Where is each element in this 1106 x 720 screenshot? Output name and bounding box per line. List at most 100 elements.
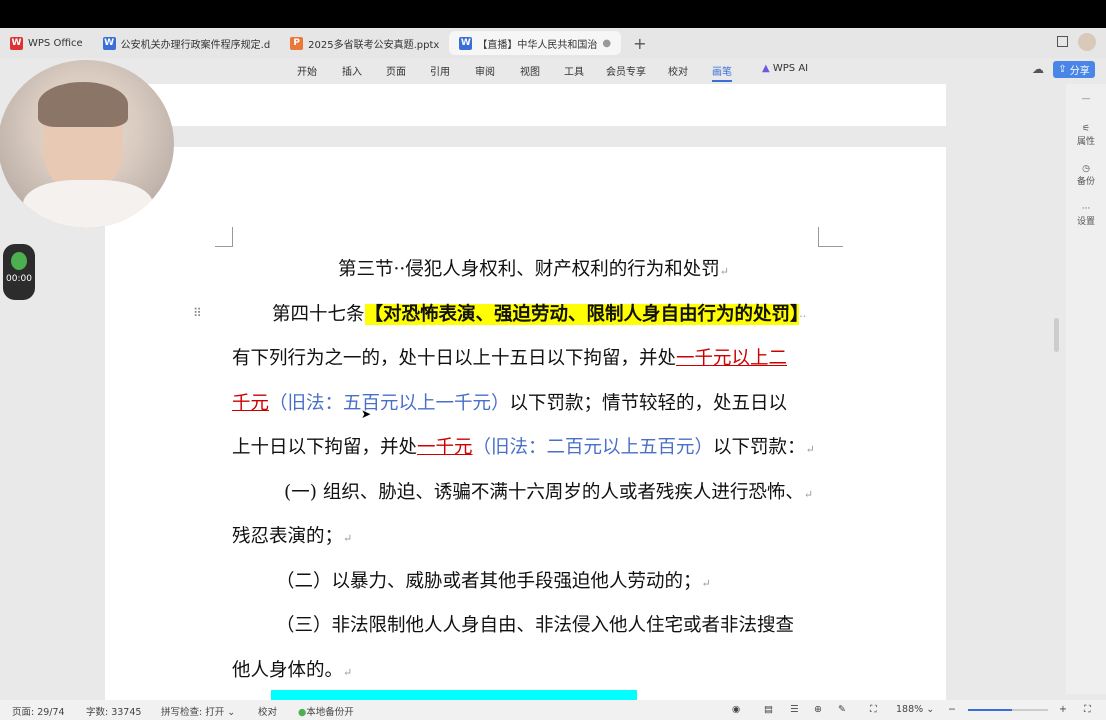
menu-page[interactable]: 页面 bbox=[386, 63, 406, 78]
word-count[interactable]: 字数: 33745 bbox=[86, 704, 141, 718]
fit-icon[interactable]: ⛶ bbox=[870, 704, 877, 715]
collapse-icon[interactable]: — bbox=[1066, 94, 1106, 104]
top-black-bar bbox=[0, 0, 1106, 28]
label: 属性 bbox=[1076, 137, 1095, 147]
spell-check-label: 拼写检查: 打开 bbox=[161, 707, 225, 718]
word-icon: W bbox=[102, 36, 116, 50]
paragraph-line: 有下列行为之一的，处十日以上十五日以下拘留，并处一千元以上二 bbox=[232, 337, 832, 382]
menu-view[interactable]: 视图 bbox=[520, 63, 540, 78]
share-label: 分享 bbox=[1069, 66, 1090, 77]
status-bar: 页面: 29/74 字数: 33745 拼写检查: 打开 ⌄ 校对 ●本地备份开… bbox=[0, 700, 1106, 720]
text: 残忍表演的； bbox=[232, 526, 344, 547]
properties-button[interactable]: ⚟ 属性 bbox=[1066, 124, 1106, 147]
old-law-text: （旧法：五百元以上一千元） bbox=[269, 392, 510, 414]
eye-icon[interactable]: ◉ bbox=[732, 704, 740, 715]
avatar[interactable] bbox=[1078, 33, 1096, 51]
zoom-value: 188% bbox=[896, 704, 924, 715]
menu-proofread[interactable]: 校对 bbox=[668, 63, 688, 78]
cloud-upload-icon[interactable]: ☁ bbox=[1032, 62, 1044, 76]
list-item: （二）以暴力、威胁或者其他手段强迫他人劳动的；↵ bbox=[276, 570, 711, 592]
recording-timer[interactable]: 00:00 bbox=[3, 244, 35, 300]
page-view-icon[interactable]: ▤ bbox=[764, 704, 773, 715]
backup-label: 本地备份开 bbox=[306, 707, 354, 718]
wps-ai-label: WPS AI bbox=[772, 63, 809, 74]
list-item: (一) 组织、胁迫、诱骗不满十六周岁的人或者残疾人进行恐怖、↵ bbox=[284, 481, 814, 503]
text: 上十日以下拘留，并处 bbox=[232, 437, 418, 458]
zoom-in-button[interactable]: + bbox=[1059, 704, 1067, 715]
new-fine-text: 一千元以上二 bbox=[676, 348, 788, 369]
list-item-cont: 他人身体的。↵ bbox=[232, 659, 353, 681]
settings-button[interactable]: ··· 设置 bbox=[1066, 204, 1106, 227]
text: （二）以暴力、威胁或者其他手段强迫他人劳动的； bbox=[276, 570, 702, 592]
article-number: 第四十七条 bbox=[272, 303, 365, 325]
tab-label: 【直播】中华人民共和国治 bbox=[477, 39, 598, 51]
text: 有下列行为之一的，处十日以上十五日以下拘留，并处 bbox=[232, 348, 677, 369]
text: 以下罚款；情节较轻的，处五日以 bbox=[509, 392, 788, 414]
tab-label: 2025多省联考公安真题.pptx bbox=[308, 39, 440, 51]
text: 以下罚款： bbox=[713, 437, 806, 458]
tab-pptx[interactable]: P 2025多省联考公安真题.pptx bbox=[280, 31, 449, 55]
history-icon: ◷ bbox=[1082, 164, 1090, 174]
wps-ai-icon: ▲ bbox=[762, 63, 770, 74]
new-tab-button[interactable]: + bbox=[633, 34, 646, 53]
zoom-level[interactable]: 188% ⌄ bbox=[896, 704, 934, 715]
pen-icon[interactable]: ✎ bbox=[838, 704, 846, 715]
new-fine-text: 一千元 bbox=[417, 437, 473, 458]
ribbon-menu: 开始 插入 页面 引用 审阅 视图 工具 会员专享 校对 画笔 ▲ WPS AI… bbox=[0, 58, 1106, 82]
timer-value: 00:00 bbox=[6, 274, 32, 284]
paragraph-line: 千元（旧法：五百元以上一千元）以下罚款；情节较轻的，处五日以 bbox=[232, 382, 832, 427]
highlight-bar bbox=[271, 690, 637, 700]
close-icon[interactable]: ● bbox=[602, 38, 611, 49]
proofread-button[interactable]: 校对 bbox=[258, 704, 277, 718]
old-law-text: （旧法：二百元以上五百元） bbox=[472, 437, 714, 458]
fullscreen-icon[interactable]: ⛶ bbox=[1084, 704, 1091, 715]
ppt-icon: P bbox=[290, 36, 304, 50]
menu-member[interactable]: 会员专享 bbox=[606, 63, 646, 78]
share-icon: ⇪ bbox=[1058, 64, 1067, 75]
word-icon: W bbox=[459, 36, 473, 50]
previous-page bbox=[105, 84, 946, 126]
wps-logo-icon: W bbox=[10, 36, 23, 50]
web-view-icon[interactable]: ⊕ bbox=[814, 704, 822, 715]
page-count[interactable]: 页面: 29/74 bbox=[12, 704, 65, 718]
drag-handle-icon[interactable]: ⠿ bbox=[193, 306, 202, 320]
menu-insert[interactable]: 插入 bbox=[342, 63, 362, 78]
menu-pen[interactable]: 画笔 bbox=[712, 63, 732, 82]
tab-doc-1[interactable]: W 公安机关办理行政案件程序规定.d bbox=[93, 31, 281, 55]
label: 设置 bbox=[1076, 217, 1095, 227]
webcam-overlay bbox=[0, 60, 174, 228]
outline-view-icon[interactable]: ☰ bbox=[790, 704, 799, 715]
new-fine-text: 千元 bbox=[232, 392, 270, 414]
spell-check[interactable]: 拼写检查: 打开 ⌄ bbox=[161, 704, 235, 718]
menu-tools[interactable]: 工具 bbox=[564, 63, 584, 78]
more-icon: ··· bbox=[1081, 204, 1091, 214]
text: 他人身体的。 bbox=[232, 659, 344, 681]
menu-wps-ai[interactable]: ▲ WPS AI bbox=[762, 63, 808, 74]
right-panel: — ⚟ 属性 ◷ 备份 ··· 设置 bbox=[1066, 84, 1106, 694]
window-icon[interactable] bbox=[1057, 36, 1068, 47]
tab-wps-office[interactable]: W WPS Office bbox=[0, 31, 93, 55]
backup-status[interactable]: ●本地备份开 bbox=[298, 704, 354, 718]
share-button[interactable]: ⇪ 分享 bbox=[1053, 61, 1095, 78]
menu-start[interactable]: 开始 bbox=[297, 63, 317, 78]
tab-bar: W WPS Office W 公安机关办理行政案件程序规定.d P 2025多省联考公… bbox=[0, 28, 1106, 58]
margin-mark bbox=[215, 227, 233, 247]
tab-live-doc[interactable]: W 【直播】中华人民共和国治 ● bbox=[449, 31, 622, 55]
scrollbar[interactable] bbox=[1054, 318, 1059, 352]
leaf-icon bbox=[11, 252, 27, 270]
margin-mark bbox=[818, 227, 843, 247]
backup-button[interactable]: ◷ 备份 bbox=[1066, 164, 1106, 187]
zoom-slider[interactable] bbox=[968, 709, 1048, 711]
menu-review[interactable]: 审阅 bbox=[475, 63, 495, 78]
label: 备份 bbox=[1076, 177, 1095, 187]
sliders-icon: ⚟ bbox=[1081, 124, 1091, 134]
mouse-cursor-icon: ➤ bbox=[361, 407, 372, 421]
text: （三）非法限制他人人身自由、非法侵入他人住宅或者非法搜查 bbox=[276, 615, 795, 636]
zoom-out-button[interactable]: − bbox=[948, 704, 956, 715]
list-item: （三）非法限制他人人身自由、非法侵入他人住宅或者非法搜查 bbox=[232, 604, 832, 649]
menu-reference[interactable]: 引用 bbox=[430, 63, 450, 78]
article-heading: 第四十七条【对恐怖表演、强迫劳动、限制人身自由行为的处罚】·· bbox=[272, 303, 807, 325]
document-body[interactable]: 第三节··侵犯人身权利、财产权利的行为和处罚↵ 第四十七条【对恐怖表演、强迫劳动… bbox=[232, 248, 832, 693]
list-item-cont: 残忍表演的；↵ bbox=[232, 526, 353, 547]
tab-label: WPS Office bbox=[28, 37, 83, 49]
